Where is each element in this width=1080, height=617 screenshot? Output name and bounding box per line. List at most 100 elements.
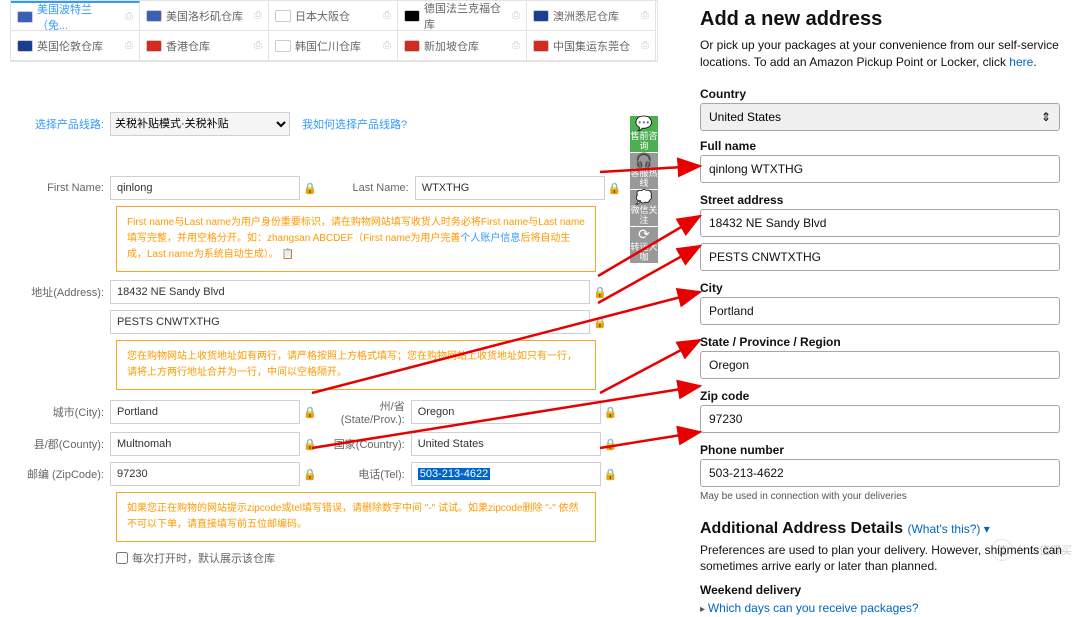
lock-icon: 🔒 [303, 406, 317, 419]
default-warehouse-checkbox[interactable]: 每次打开时，默认展示该仓库 [116, 550, 658, 566]
state-input-r[interactable] [700, 351, 1060, 379]
state-input[interactable] [411, 400, 601, 424]
city-label: 城市(City): [10, 404, 110, 420]
flag-icon [275, 10, 291, 22]
street1-input-r[interactable] [700, 209, 1060, 237]
address-row1: 地址(Address): 🔒 [10, 280, 658, 304]
which-days-link[interactable]: Which days can you receive packages? [708, 601, 919, 615]
last-name-input[interactable] [415, 176, 605, 200]
route-select[interactable]: 关税补贴模式·关税补贴 [110, 112, 290, 136]
bookmark-icon: ⎙ [512, 40, 520, 51]
service-label: 转运大咖 [630, 243, 658, 263]
tab-label: 香港仓库 [166, 38, 210, 54]
flag-icon [146, 40, 162, 52]
last-name-label: Last Name: [335, 182, 415, 194]
phone-label-r: Phone number [700, 443, 1070, 457]
address-line1-input[interactable] [110, 280, 590, 304]
tel-label: 电话(Tel): [321, 466, 411, 482]
warehouse-tab[interactable]: 日本大阪仓⎙ [269, 1, 398, 31]
flag-icon [17, 40, 33, 52]
route-label: 选择产品线路: [10, 116, 110, 132]
sidebar-button[interactable]: 💬售前咨询 [630, 116, 658, 152]
lock-icon: 🔒 [608, 182, 622, 195]
city-input-r[interactable] [700, 297, 1060, 325]
forwarding-form: 选择产品线路: 关税补贴模式·关税补贴 我如何选择产品线路? First Nam… [10, 112, 658, 566]
checkbox-icon[interactable] [116, 552, 128, 564]
bookmark-icon: ⎙ [254, 10, 262, 21]
route-help-link[interactable]: 我如何选择产品线路? [302, 116, 407, 132]
zip-input-r[interactable] [700, 405, 1060, 433]
first-name-input[interactable] [110, 176, 300, 200]
warehouse-tab[interactable]: 韩国仁川仓库⎙ [269, 31, 398, 61]
address-row2: 🔒 [10, 310, 658, 334]
sidebar-button[interactable]: ⟳转运大咖 [630, 227, 658, 263]
sidebar-button[interactable]: 💭微信关注 [630, 190, 658, 226]
lock-icon: 🔒 [593, 316, 607, 329]
sidebar-button[interactable]: 🎧客服热线 [630, 153, 658, 189]
tab-label: 美国洛杉矶仓库 [166, 8, 243, 24]
country-select[interactable]: United States⇕ [700, 103, 1060, 131]
flag-icon [17, 11, 33, 23]
warehouse-tab[interactable]: 英国伦敦仓库⎙ [11, 31, 140, 61]
addl-details-heading: Additional Address Details (What's this?… [700, 520, 1070, 538]
zip-label-r: Zip code [700, 389, 1070, 403]
warehouse-tab[interactable]: 德国法兰克福仓库⎙ [398, 1, 527, 31]
fullname-label-r: Full name [700, 139, 1070, 153]
warehouse-tab[interactable]: 美国波特兰（免...⎙ [11, 1, 140, 31]
city-label-r: City [700, 281, 1070, 295]
warehouse-tab[interactable]: 澳洲悉尼仓库⎙ [527, 1, 656, 31]
tab-label: 德国法兰克福仓库 [424, 0, 508, 32]
lock-icon: 🔒 [604, 468, 618, 481]
service-label: 微信关注 [630, 206, 658, 226]
warehouse-tab[interactable]: 中国集运东莞仓⎙ [527, 31, 656, 61]
smzdm-logo-icon: 值 [991, 539, 1013, 561]
service-icon: 💬 [635, 116, 652, 131]
country-input[interactable] [411, 432, 601, 456]
name-hint: First name与Last name为用户身份重要标识，请在购物网站填写收货… [116, 206, 596, 272]
weekend-label: Weekend delivery [700, 583, 1070, 597]
lock-icon: 🔒 [303, 438, 317, 451]
amazon-address-panel: Add a new address Or pick up your packag… [700, 0, 1070, 617]
city-input[interactable] [110, 400, 300, 424]
left-panel: 美国波特兰（免...⎙美国洛杉矶仓库⎙日本大阪仓⎙德国法兰克福仓库⎙澳洲悉尼仓库… [10, 0, 658, 566]
lock-icon: 🔒 [604, 406, 618, 419]
warehouse-tab[interactable]: 新加坡仓库 ⎙ [398, 31, 527, 61]
service-label: 客服热线 [630, 169, 658, 189]
tel-input[interactable]: 503-213-4622 [411, 462, 601, 486]
warehouse-tab[interactable]: 香港仓库 ⎙ [140, 31, 269, 61]
service-icon: 💭 [635, 190, 652, 205]
fullname-input-r[interactable] [700, 155, 1060, 183]
street2-input-r[interactable] [700, 243, 1060, 271]
tab-label: 美国波特兰（免... [37, 1, 121, 33]
city-state-row: 城市(City): 🔒 州/省(State/Prov.): 🔒 [10, 398, 658, 426]
flag-icon [533, 40, 549, 52]
first-name-label: First Name: [10, 182, 110, 194]
flag-icon [404, 10, 420, 22]
flag-icon [404, 40, 420, 52]
warehouse-tab[interactable]: 美国洛杉矶仓库 ⎙ [140, 1, 269, 31]
county-country-row: 县/郡(County): 🔒 国家(Country): 🔒 [10, 432, 658, 456]
phone-input-r[interactable] [700, 459, 1060, 487]
page-title: Add a new address [700, 8, 1070, 31]
whats-this-link[interactable]: (What's this?) ▾ [907, 522, 989, 536]
county-input[interactable] [110, 432, 300, 456]
bookmark-icon: ⎙ [254, 40, 262, 51]
flag-icon [275, 40, 291, 52]
account-info-link[interactable]: 个人账户信息 [460, 233, 520, 244]
county-label: 县/郡(County): [10, 436, 110, 452]
zip-input[interactable] [110, 462, 300, 486]
zip-hint: 如果您正在购物的网站提示zipcode或tel填写错误，请删除数字中间 "-" … [116, 492, 596, 542]
route-row: 选择产品线路: 关税补贴模式·关税补贴 我如何选择产品线路? [10, 112, 658, 136]
bookmark-icon: ⎙ [383, 10, 391, 21]
service-sidebar: 💬售前咨询🎧客服热线💭微信关注⟳转运大咖 [630, 116, 658, 264]
address-line2-input[interactable] [110, 310, 590, 334]
watermark: 值 什么值得买 [991, 539, 1072, 561]
service-icon: 🎧 [635, 153, 652, 168]
phone-note: May be used in connection with your deli… [700, 491, 1070, 502]
country-label: 国家(Country): [321, 436, 411, 452]
copy-icon[interactable]: 📋 [281, 249, 293, 260]
zip-tel-row: 邮编 (ZipCode): 🔒 电话(Tel): 503-213-4622 🔒 [10, 462, 658, 486]
pickup-link[interactable]: here [1009, 55, 1033, 69]
lock-icon: 🔒 [303, 468, 317, 481]
tab-label: 新加坡仓库 [424, 38, 479, 54]
